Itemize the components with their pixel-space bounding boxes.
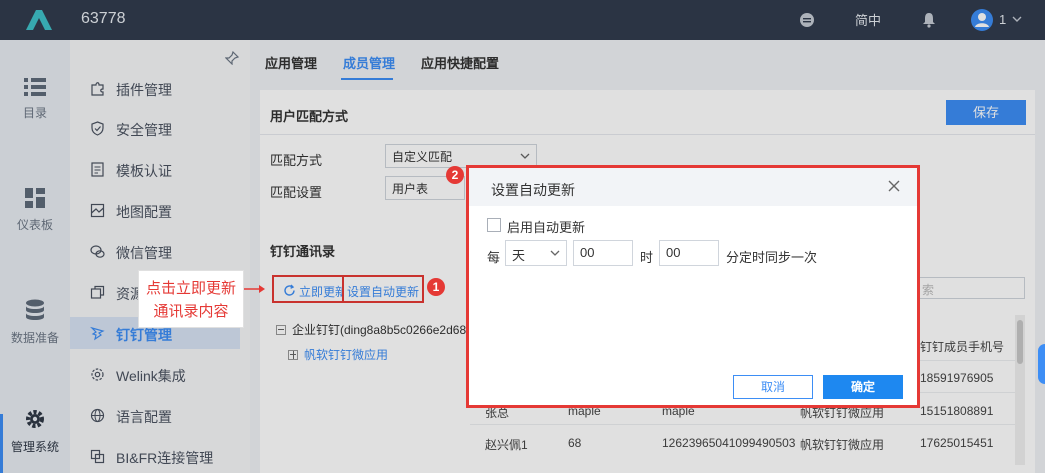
callout-note: 点击立即更新 通讯录内容 — [138, 270, 244, 328]
unit-select[interactable]: 天 — [505, 240, 567, 266]
marker-1: 1 — [427, 278, 445, 296]
ok-button[interactable]: 确定 — [823, 375, 903, 399]
hour-suffix: 时 — [640, 250, 654, 265]
close-icon[interactable] — [887, 179, 901, 193]
enable-auto-update-checkbox[interactable] — [487, 218, 501, 232]
unit-value: 天 — [512, 248, 526, 263]
minute-suffix: 分定时同步一次 — [726, 250, 818, 265]
dialog-title: 设置自动更新 — [491, 182, 575, 198]
arrow-right-icon — [244, 285, 265, 293]
callout-line: 点击立即更新 — [145, 280, 236, 297]
marker-2: 2 — [446, 166, 464, 184]
callout-line: 通讯录内容 — [153, 303, 229, 320]
assistant-bubble[interactable] — [1038, 344, 1045, 384]
hour-input[interactable]: 00 — [573, 240, 633, 266]
freq-prefix: 每 — [487, 250, 501, 265]
cancel-button[interactable]: 取消 — [733, 375, 813, 399]
chevron-down-icon — [550, 250, 560, 256]
minute-input[interactable]: 00 — [659, 240, 719, 266]
auto-update-dialog: 设置自动更新 启用自动更新 每 天 00 时 00 分定时同步一次 取消 确定 — [466, 165, 920, 408]
enable-auto-update-label: 启用自动更新 — [507, 220, 586, 235]
dialog-header: 设置自动更新 — [469, 168, 917, 206]
